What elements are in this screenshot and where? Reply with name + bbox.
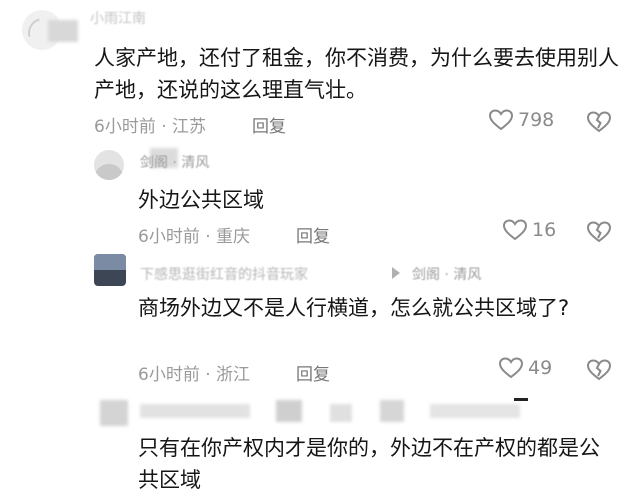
comment-text: 只有在你产权内才是你的，外边不在产权的都是公共区域 — [138, 436, 600, 492]
comment-time-location: 6小时前 · 浙江 — [138, 365, 251, 385]
avatar-redaction — [100, 400, 128, 426]
username-redaction — [276, 400, 302, 422]
comment-username[interactable]: 剑阁 · 清风 — [140, 152, 209, 172]
username-redaction — [48, 20, 78, 42]
comment-item-4: 只有在你产权内才是你的，外边不在产权的都是公共区域 — [0, 390, 640, 492]
username-redaction — [140, 404, 250, 418]
heart-outline-icon — [498, 357, 524, 379]
comment-username[interactable]: 下感思逛街红音的抖音玩家 — [140, 264, 308, 284]
reply-button[interactable]: 回复 — [296, 360, 330, 385]
avatar[interactable] — [94, 254, 126, 286]
broken-heart-icon[interactable] — [586, 110, 612, 134]
like-count: 49 — [528, 357, 553, 379]
username-redaction — [330, 404, 352, 422]
comment-text: 商场外边又不是人行横道，怎么就公共区域了? — [138, 296, 570, 320]
comment-text: 人家产地，还付了租金，你不消费，为什么要去使用别人产地，还说的这么理直气壮。 — [94, 46, 619, 102]
comment-time-location: 6小时前 · 江苏 — [94, 117, 207, 137]
broken-heart-icon[interactable] — [586, 358, 612, 382]
reply-arrow-icon — [392, 267, 400, 279]
comment-item-3: 下感思逛街红音的抖音玩家 剑阁 · 清风 商场外边又不是人行横道，怎么就公共区域… — [0, 250, 640, 390]
heart-outline-icon — [502, 219, 528, 241]
like-button[interactable]: 798 — [488, 108, 554, 132]
reply-button[interactable]: 回复 — [296, 222, 330, 247]
username-redaction — [380, 400, 404, 422]
reply-to-username[interactable]: 剑阁 · 清风 — [412, 264, 481, 284]
like-count: 798 — [518, 109, 555, 131]
heart-outline-icon — [488, 109, 514, 131]
redaction-mark — [514, 398, 528, 401]
comment-time-location: 6小时前 · 重庆 — [138, 227, 251, 247]
like-count: 16 — [532, 219, 557, 241]
comment-text: 外边公共区域 — [138, 188, 264, 212]
comment-item-1: 小雨江南 人家产地，还付了租金，你不消费，为什么要去使用别人产地，还说的这么理直… — [0, 0, 640, 142]
comment-item-2: 剑阁 · 清风 外边公共区域 6小时前 · 重庆 回复 16 — [0, 142, 640, 250]
avatar[interactable] — [94, 150, 124, 180]
broken-heart-icon[interactable] — [586, 220, 612, 244]
like-button[interactable]: 49 — [498, 356, 552, 380]
like-button[interactable]: 16 — [502, 218, 556, 242]
username-redaction — [430, 404, 520, 418]
comment-username[interactable]: 小雨江南 — [90, 8, 146, 28]
reply-button[interactable]: 回复 — [252, 112, 286, 137]
